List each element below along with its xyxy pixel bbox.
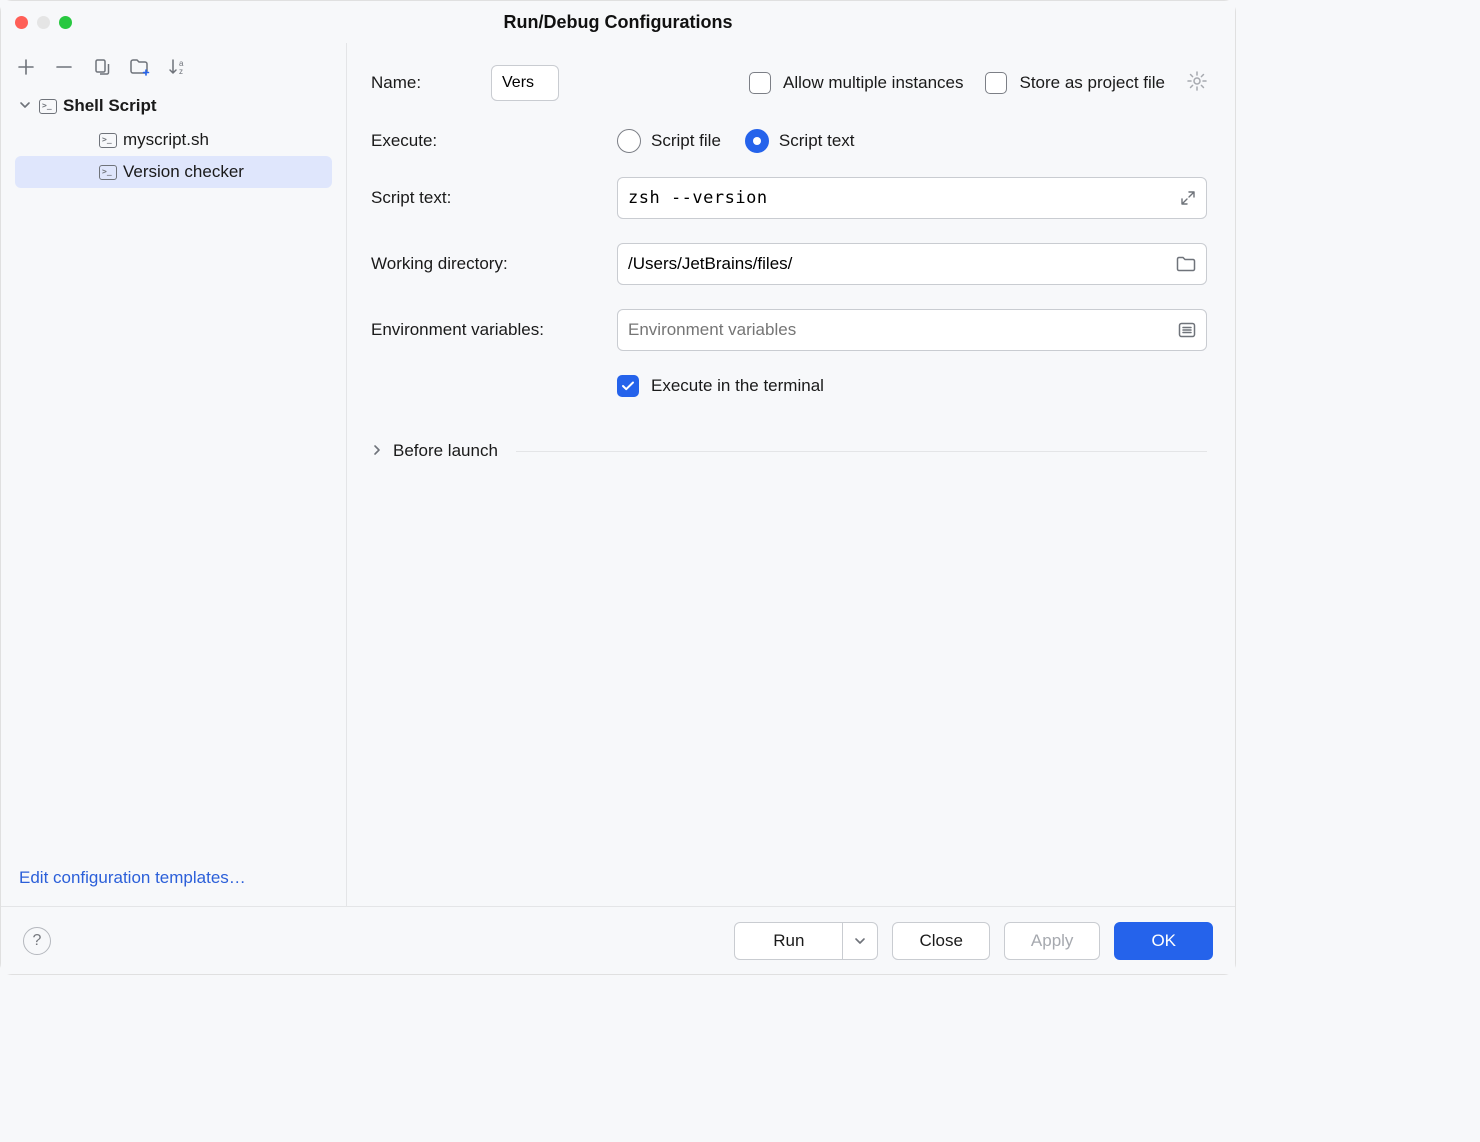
edit-templates-link[interactable]: Edit configuration templates… (19, 868, 246, 887)
close-button[interactable]: Close (892, 922, 989, 960)
name-input[interactable] (491, 65, 559, 101)
script-text-label: Script text: (371, 188, 617, 208)
tree-item[interactable]: >_ Version checker (15, 156, 332, 188)
svg-text:z: z (179, 67, 183, 76)
env-vars-label: Environment variables: (371, 320, 617, 340)
gear-icon[interactable] (1187, 71, 1207, 96)
before-launch-section[interactable]: Before launch (371, 441, 1207, 461)
apply-button[interactable]: Apply (1004, 922, 1101, 960)
script-text-field[interactable] (617, 177, 1207, 219)
radio-icon (745, 129, 769, 153)
execute-terminal-checkbox[interactable]: Execute in the terminal (617, 375, 1207, 397)
list-icon[interactable] (1178, 322, 1196, 338)
env-vars-field[interactable] (617, 309, 1207, 351)
radio-script-text[interactable]: Script text (745, 129, 855, 153)
chevron-down-icon (19, 96, 33, 116)
working-dir-label: Working directory: (371, 254, 617, 274)
radio-script-file-label: Script file (651, 131, 721, 151)
store-project-checkbox[interactable]: Store as project file (985, 72, 1165, 94)
window-minimize-button[interactable] (37, 16, 50, 29)
run-button-label: Run (735, 923, 843, 959)
sidebar: az >_ Shell Script >_ myscript.sh >_ Ver… (1, 43, 347, 906)
execute-label: Execute: (371, 131, 617, 151)
working-dir-input[interactable] (628, 254, 1168, 274)
tree-group-shell-script[interactable]: >_ Shell Script (1, 92, 346, 120)
before-launch-label: Before launch (393, 441, 498, 461)
window-title: Run/Debug Configurations (504, 12, 733, 33)
terminal-icon: >_ (39, 99, 57, 114)
terminal-icon: >_ (99, 165, 117, 180)
expand-icon[interactable] (1180, 190, 1196, 206)
folder-icon[interactable] (1176, 256, 1196, 272)
checkbox-checked-icon (617, 375, 639, 397)
allow-multiple-label: Allow multiple instances (783, 73, 963, 93)
window-close-button[interactable] (15, 16, 28, 29)
execute-radio-group: Script file Script text (617, 129, 1207, 153)
copy-icon[interactable] (91, 56, 113, 78)
ok-button[interactable]: OK (1114, 922, 1213, 960)
add-icon[interactable] (15, 56, 37, 78)
help-button[interactable]: ? (23, 927, 51, 955)
tree-item[interactable]: >_ myscript.sh (15, 124, 332, 156)
titlebar: Run/Debug Configurations (1, 1, 1235, 43)
radio-icon (617, 129, 641, 153)
tree-item-label: myscript.sh (123, 130, 209, 150)
name-label: Name: (371, 73, 469, 93)
window-maximize-button[interactable] (59, 16, 72, 29)
config-tree: >_ Shell Script >_ myscript.sh >_ Versio… (1, 84, 346, 854)
radio-script-file[interactable]: Script file (617, 129, 721, 153)
radio-script-text-label: Script text (779, 131, 855, 151)
sort-alpha-icon[interactable]: az (167, 56, 189, 78)
checkbox-icon (985, 72, 1007, 94)
checkbox-icon (749, 72, 771, 94)
run-dropdown-icon[interactable] (843, 935, 877, 947)
dialog-footer: ? Run Close Apply OK (1, 906, 1235, 974)
config-form: Name: Allow multiple instances Store as … (347, 43, 1235, 906)
allow-multiple-checkbox[interactable]: Allow multiple instances (749, 72, 963, 94)
save-folder-icon[interactable] (129, 56, 151, 78)
env-vars-input[interactable] (628, 320, 1170, 340)
tree-item-label: Version checker (123, 162, 244, 182)
store-project-label: Store as project file (1019, 73, 1165, 93)
tree-group-label: Shell Script (63, 96, 157, 116)
sidebar-toolbar: az (1, 51, 346, 84)
working-dir-field[interactable] (617, 243, 1207, 285)
execute-terminal-label: Execute in the terminal (651, 376, 824, 396)
run-button[interactable]: Run (734, 922, 878, 960)
remove-icon[interactable] (53, 56, 75, 78)
terminal-icon: >_ (99, 133, 117, 148)
script-text-input[interactable] (628, 188, 1172, 208)
chevron-right-icon (371, 441, 383, 461)
divider (516, 451, 1207, 452)
window-controls (15, 16, 72, 29)
